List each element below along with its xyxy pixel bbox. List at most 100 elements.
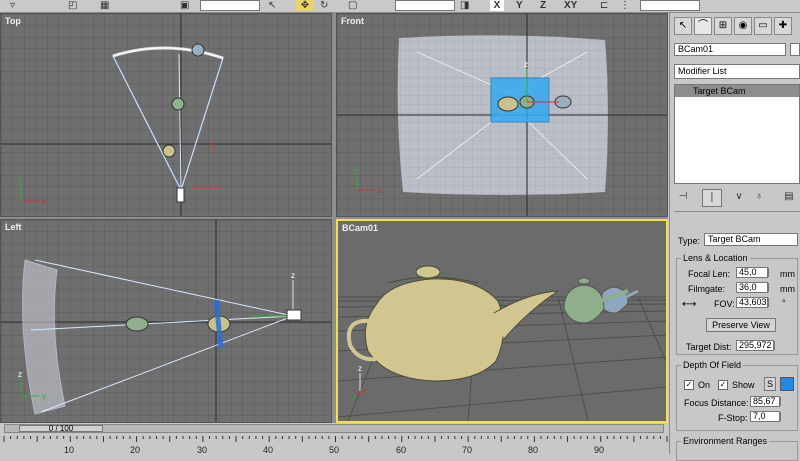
mirror-icon[interactable]: ⊏ xyxy=(600,0,608,11)
fov-direction-icon[interactable]: ⟷ xyxy=(682,299,696,310)
focal-len-spinner[interactable]: 45,0 xyxy=(736,267,769,278)
make-unique-icon[interactable]: ∨ xyxy=(730,189,748,205)
teapot-yellow[interactable] xyxy=(162,144,176,158)
xy-axis-icon[interactable]: XY xyxy=(564,0,577,11)
viewport-camera-canvas: z xyxy=(338,221,666,421)
svg-text:z: z xyxy=(524,60,528,69)
viewport-front-canvas: z x z xyxy=(337,14,667,216)
time-slider[interactable]: 0 / 100 xyxy=(4,424,664,433)
target-dist-label: Target Dist: xyxy=(686,342,732,352)
pivot-icon[interactable]: ◨ xyxy=(460,0,469,11)
time-slider-thumb[interactable]: 0 / 100 xyxy=(19,425,103,433)
viewport-label[interactable]: Top xyxy=(5,16,21,26)
modifier-list-dropdown[interactable]: Modifier List xyxy=(674,64,800,79)
rotate-icon[interactable]: ↻ xyxy=(320,0,328,11)
modify-tab-icon[interactable]: ⌒ xyxy=(694,17,712,35)
select-object-icon[interactable]: ◰ xyxy=(68,0,77,11)
show-end-result-icon[interactable]: ∣ xyxy=(702,189,722,207)
dof-s-button[interactable]: S xyxy=(764,377,776,391)
type-label: Type: xyxy=(678,236,701,246)
viewport-top[interactable]: Top x y xyxy=(0,13,332,217)
viewport-camera[interactable]: BCam01 z xyxy=(336,219,668,423)
modifier-stack[interactable]: Target BCam xyxy=(674,84,800,184)
dof-color-swatch[interactable] xyxy=(780,377,794,391)
configure-sets-icon[interactable]: ▤ xyxy=(780,189,798,205)
divider xyxy=(674,211,800,212)
fov-spinner[interactable]: 43,603 xyxy=(736,297,769,308)
dof-on-checkbox[interactable]: ✓ xyxy=(684,380,694,390)
svg-text:z: z xyxy=(291,271,295,280)
remove-modifier-icon[interactable]: ♁ xyxy=(750,189,768,205)
timeline: 0 / 100 10 20 30 40 50 60 70 80 90 xyxy=(0,423,668,455)
target-dist-spinner[interactable]: 295,972 xyxy=(736,340,775,351)
utilities-tab-icon[interactable]: ✚ xyxy=(774,17,792,35)
fstop-label: F-Stop: xyxy=(718,413,748,423)
viewport-left[interactable]: Left z y z xyxy=(0,219,332,423)
dof-on-label: On xyxy=(698,380,711,390)
reference-coord-field[interactable] xyxy=(395,0,455,11)
viewport-label[interactable]: Front xyxy=(341,16,364,26)
y-axis-icon[interactable]: Y xyxy=(516,0,523,11)
viewport-label[interactable]: BCam01 xyxy=(342,223,378,233)
fov-unit: ° xyxy=(782,298,786,308)
svg-text:z: z xyxy=(354,164,358,173)
scale-icon[interactable]: ▢ xyxy=(348,0,357,11)
environment-ranges-group: Environment Ranges xyxy=(676,436,798,461)
svg-text:z: z xyxy=(18,370,22,379)
viewport-left-canvas: z y z xyxy=(1,220,331,422)
select-move-icon[interactable]: ✥ xyxy=(296,0,314,11)
focus-distance-spinner[interactable]: 85,67 xyxy=(750,396,781,407)
x-axis-icon[interactable]: X xyxy=(490,0,504,11)
selection-filter-icon[interactable]: ▿ xyxy=(10,0,15,11)
create-tab-icon[interactable]: ↖ xyxy=(674,17,692,35)
fov-label: FOV: xyxy=(714,299,735,309)
svg-text:y: y xyxy=(42,392,46,401)
preserve-view-button[interactable]: Preserve View xyxy=(706,318,776,332)
camera-object[interactable] xyxy=(176,187,185,203)
viewport-top-canvas: x y xyxy=(1,14,331,216)
filmgate-label: Filmgate: xyxy=(688,284,726,294)
camera-object[interactable] xyxy=(286,309,302,321)
command-panel: ↖ ⌒ ⊞ ◉ ▭ ✚ BCam01 Modifier List Target … xyxy=(669,13,800,461)
select-region-icon[interactable]: ▦ xyxy=(100,0,109,11)
main-toolbar: ▿ ◰ ▦ ▣ ↖ ✥ ↻ ▢ ◨ X Y Z XY ⊏ ⋮ xyxy=(0,0,800,13)
fstop-spinner[interactable]: 7,0 xyxy=(750,411,781,422)
teapot-green[interactable] xyxy=(125,316,149,332)
object-color-swatch[interactable] xyxy=(790,43,800,56)
window-crossing-icon[interactable]: ▣ xyxy=(180,0,189,11)
focal-len-unit: mm xyxy=(780,269,795,279)
svg-text:z: z xyxy=(358,364,362,373)
viewport-label[interactable]: Left xyxy=(5,222,22,232)
teapot-green[interactable] xyxy=(171,97,185,111)
named-selection-field[interactable] xyxy=(640,0,700,11)
focal-len-label: Focal Len: xyxy=(688,269,731,279)
object-name-field[interactable]: BCam01 xyxy=(674,43,786,56)
dof-show-checkbox[interactable]: ✓ xyxy=(718,380,728,390)
selection-set-field[interactable] xyxy=(200,0,260,11)
motion-tab-icon[interactable]: ◉ xyxy=(734,17,752,35)
focus-distance-label: Focus Distance: xyxy=(684,398,749,408)
teapot-yellow[interactable] xyxy=(497,96,519,112)
align-icon[interactable]: ⋮ xyxy=(620,0,630,11)
group-title: Environment Ranges xyxy=(681,436,770,446)
group-title: Depth Of Field xyxy=(681,360,744,370)
display-tab-icon[interactable]: ▭ xyxy=(754,17,772,35)
command-panel-tabs: ↖ ⌒ ⊞ ◉ ▭ ✚ xyxy=(674,17,799,37)
pin-stack-icon[interactable]: ⊣ xyxy=(674,189,692,205)
select-link-icon[interactable]: ↖ xyxy=(268,0,276,11)
viewport-area: Top x y Front z x z Left z y z BCam01 z xyxy=(0,13,668,423)
teapot-blue[interactable] xyxy=(191,43,205,57)
dof-show-label: Show xyxy=(732,380,755,390)
stack-tools: ⊣ ∣ ∨ ♁ ▤ xyxy=(674,189,800,207)
z-axis-icon[interactable]: Z xyxy=(540,0,546,11)
svg-text:x: x xyxy=(378,186,382,195)
svg-text:x: x xyxy=(42,197,46,206)
filmgate-spinner[interactable]: 36,0 xyxy=(736,282,769,293)
hierarchy-tab-icon[interactable]: ⊞ xyxy=(714,17,732,35)
type-dropdown[interactable]: Target BCam xyxy=(704,233,798,246)
time-ruler[interactable]: 10 20 30 40 50 60 70 80 90 xyxy=(0,436,668,455)
viewport-front[interactable]: Front z x z xyxy=(336,13,668,217)
stack-item[interactable]: Target BCam xyxy=(675,85,799,97)
group-title: Lens & Location xyxy=(681,253,750,263)
filmgate-unit: mm xyxy=(780,284,795,294)
